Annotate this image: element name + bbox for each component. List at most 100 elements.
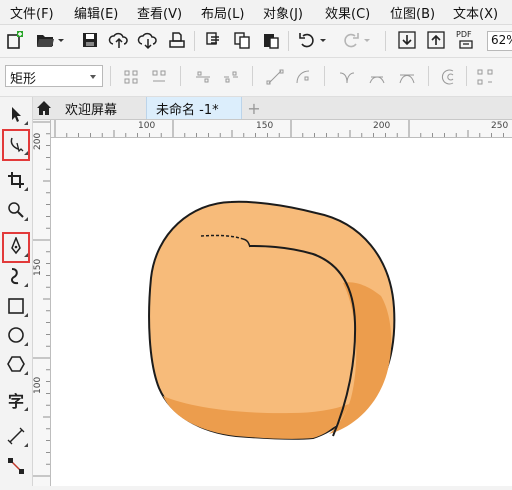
ruler-label: 100 — [138, 121, 156, 131]
symmetric-node-button[interactable] — [396, 66, 418, 88]
menu-bitmaps[interactable]: 位图(B) — [390, 3, 435, 22]
drawing-canvas[interactable] — [51, 138, 512, 486]
smooth-node-icon — [369, 76, 385, 84]
pdf-label: PDF — [456, 30, 472, 39]
shape-type-select[interactable]: 矩形 — [5, 65, 103, 87]
peach-drawing[interactable] — [51, 138, 512, 486]
import-file-button[interactable] — [396, 29, 418, 51]
import-button[interactable] — [202, 29, 224, 51]
new-document-button[interactable] — [4, 29, 26, 51]
arrow-pointer-icon — [12, 107, 21, 122]
menu-effects[interactable]: 效果(C) — [325, 3, 370, 22]
horizontal-ruler[interactable]: 100 150 200 250 — [51, 120, 512, 138]
menu-object[interactable]: 对象(J) — [263, 3, 303, 22]
ruler-label: 150 — [256, 121, 274, 131]
paste-button[interactable] — [260, 29, 282, 51]
vertical-ruler[interactable]: 200 150 100 — [33, 120, 51, 486]
cloud-download-button[interactable] — [137, 29, 159, 51]
menu-text[interactable]: 文本(X) — [453, 3, 498, 22]
cusp-node-button[interactable] — [336, 66, 358, 88]
extract-subpath-icon — [477, 69, 493, 85]
reverse-direction-button[interactable] — [438, 66, 460, 88]
folder-icon — [37, 35, 54, 47]
menu-file[interactable]: 文件(F) — [10, 3, 54, 22]
crop-tool[interactable] — [5, 169, 28, 191]
flyout-indicator-icon — [24, 407, 28, 411]
flyout-indicator-icon — [24, 121, 28, 125]
toolbar-separator — [428, 66, 429, 86]
save-button[interactable] — [79, 29, 101, 51]
toolbar-separator — [180, 66, 181, 86]
dimension-line-icon — [7, 427, 25, 445]
flyout-indicator-icon — [24, 187, 28, 191]
to-curve-button[interactable] — [292, 66, 314, 88]
flyout-indicator-icon — [24, 217, 28, 221]
cloud-upload-button[interactable] — [108, 29, 130, 51]
hexagon-icon — [7, 356, 25, 372]
magnifier-icon — [8, 202, 24, 218]
document-tab-bar: 欢迎屏幕 未命名 -1* + — [33, 97, 512, 120]
undo-icon — [299, 33, 314, 48]
menu-edit[interactable]: 编辑(E) — [74, 3, 118, 22]
property-bar: 矩形 — [0, 58, 512, 97]
pick-tool[interactable] — [5, 103, 28, 125]
import-icon — [206, 32, 219, 45]
join-nodes-icon — [196, 71, 210, 83]
text-tool[interactable]: 字 — [5, 389, 28, 411]
undo-dropdown-button[interactable] — [318, 29, 328, 51]
menu-view[interactable]: 查看(V) — [137, 3, 182, 22]
add-node-button[interactable] — [120, 66, 142, 88]
print-button[interactable] — [166, 29, 188, 51]
tab-document-label: 未命名 -1* — [156, 102, 219, 118]
undo-button[interactable] — [296, 29, 318, 51]
paste-icon — [264, 34, 279, 49]
smooth-node-button[interactable] — [366, 66, 388, 88]
toolbar-separator — [385, 31, 386, 51]
connector-tool[interactable] — [5, 455, 27, 477]
delete-node-button[interactable] — [148, 66, 170, 88]
zoom-tool[interactable] — [5, 199, 28, 221]
open-dropdown-button[interactable] — [55, 29, 67, 51]
shape-tool-highlight — [2, 129, 30, 161]
publish-pdf-button[interactable]: PDF — [454, 29, 478, 51]
break-curve-button[interactable] — [220, 66, 242, 88]
to-curve-icon — [296, 70, 310, 84]
connector-icon — [8, 458, 24, 474]
open-button[interactable] — [34, 29, 56, 51]
ellipse-tool[interactable] — [5, 324, 28, 346]
tab-welcome-screen[interactable]: 欢迎屏幕 — [56, 97, 143, 119]
add-tab-button[interactable]: + — [243, 97, 265, 119]
artistic-media-tool[interactable] — [5, 265, 28, 287]
tab-document[interactable]: 未命名 -1* — [146, 97, 242, 119]
add-node-icon — [124, 70, 138, 84]
home-tab[interactable] — [33, 97, 55, 119]
menu-layout[interactable]: 布局(L) — [201, 3, 244, 22]
rectangle-tool[interactable] — [5, 295, 28, 317]
rectangle-icon — [8, 298, 24, 314]
polygon-tool[interactable] — [5, 353, 28, 375]
toolbar-separator — [110, 66, 111, 86]
text-tool-glyph: 字 — [7, 392, 24, 411]
flyout-indicator-icon — [24, 313, 28, 317]
reverse-direction-icon — [441, 69, 454, 85]
toolbar-separator — [324, 66, 325, 86]
shape-type-value: 矩形 — [10, 72, 37, 87]
export-file-button[interactable] — [425, 29, 447, 51]
parallel-dimension-tool[interactable] — [5, 425, 28, 447]
copy-button[interactable] — [231, 29, 253, 51]
to-line-button[interactable] — [264, 66, 286, 88]
extract-subpath-button[interactable] — [474, 66, 496, 88]
symmetric-node-icon — [399, 74, 415, 84]
standard-toolbar: PDF 62% — [0, 25, 512, 58]
redo-icon — [344, 33, 359, 48]
toolbar-separator — [466, 66, 467, 86]
ruler-label: 200 — [373, 121, 391, 131]
flyout-indicator-icon — [24, 443, 28, 447]
redo-dropdown-button[interactable] — [362, 29, 372, 51]
menu-bar: 文件(F) 编辑(E) 查看(V) 布局(L) 对象(J) 效果(C) 位图(B… — [0, 0, 512, 25]
ruler-label: 200 — [33, 132, 43, 150]
save-icon — [83, 33, 97, 47]
join-nodes-button[interactable] — [192, 66, 214, 88]
redo-button[interactable] — [340, 29, 362, 51]
zoom-level-field[interactable]: 62% — [487, 31, 512, 51]
